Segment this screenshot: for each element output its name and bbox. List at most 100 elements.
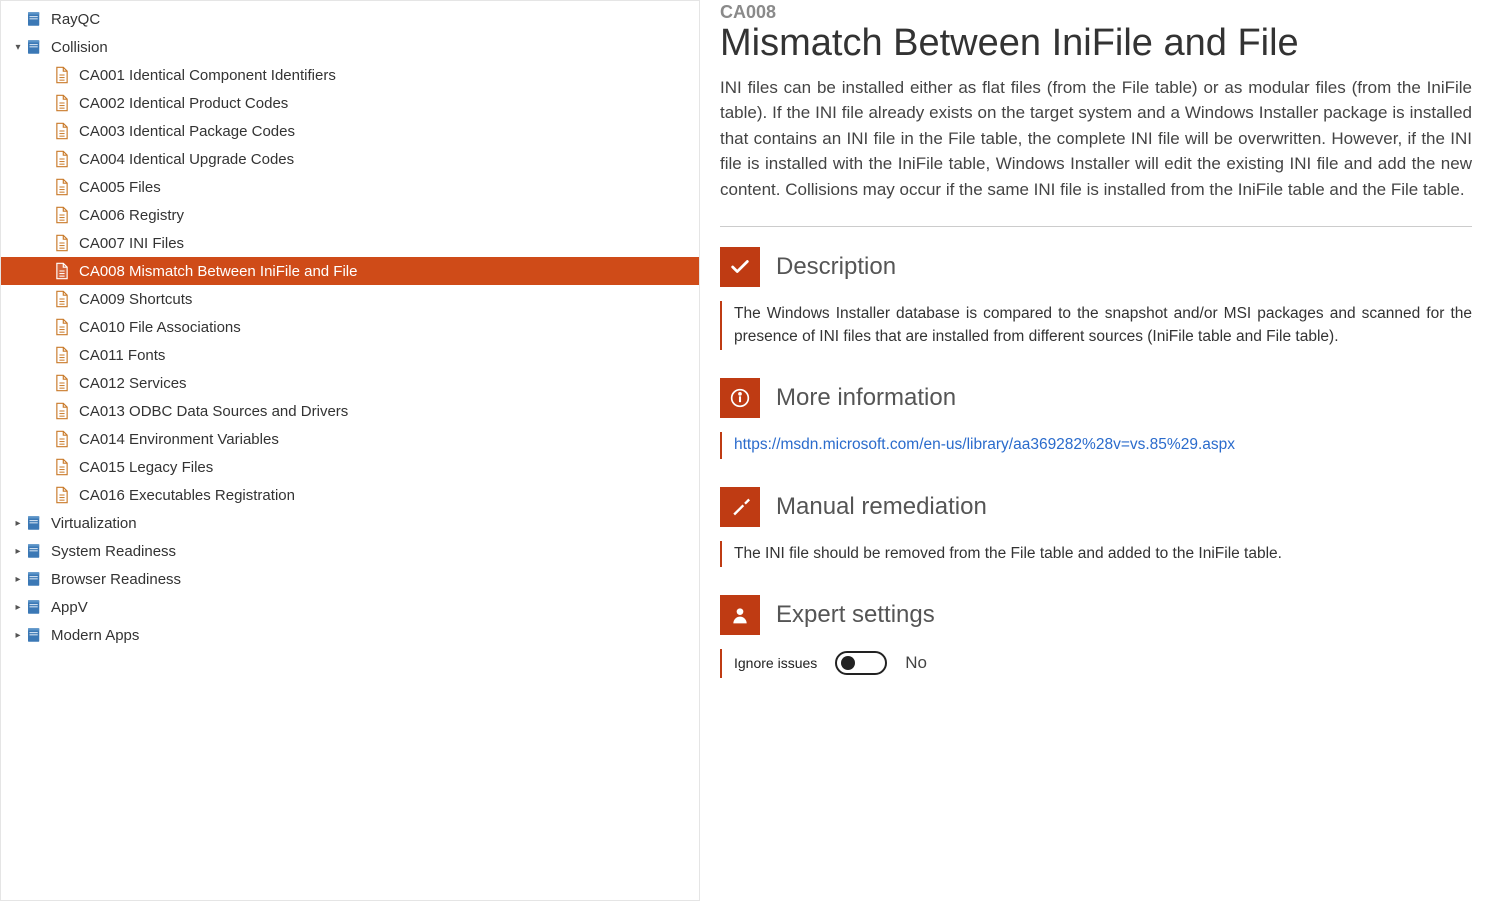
ignore-issues-label: Ignore issues: [734, 653, 817, 673]
document-icon: [53, 318, 71, 336]
tree-item-label: Browser Readiness: [51, 571, 181, 588]
document-icon: [53, 122, 71, 140]
collapse-icon[interactable]: ▾: [11, 40, 25, 54]
tree-item-label: CA008 Mismatch Between IniFile and File: [79, 263, 357, 280]
tree-item-collision[interactable]: ▾ Collision: [1, 33, 699, 61]
book-icon: [25, 542, 43, 560]
check-icon: [720, 247, 760, 287]
tree-item-label: CA014 Environment Variables: [79, 431, 279, 448]
tree-item-label: CA011 Fonts: [79, 347, 165, 364]
tree-item-ca005[interactable]: CA005 Files: [1, 173, 699, 201]
document-icon: [53, 178, 71, 196]
document-icon: [53, 346, 71, 364]
document-icon: [53, 458, 71, 476]
tree-item-ca009[interactable]: CA009 Shortcuts: [1, 285, 699, 313]
tree-item-label: Virtualization: [51, 515, 137, 532]
expand-icon[interactable]: ▸: [11, 628, 25, 642]
tree-item-ca012[interactable]: CA012 Services: [1, 369, 699, 397]
book-icon: [25, 38, 43, 56]
section-body-description: The Windows Installer database is compar…: [720, 301, 1472, 350]
tree-item-label: CA002 Identical Product Codes: [79, 95, 288, 112]
document-icon: [53, 150, 71, 168]
document-icon: [53, 234, 71, 252]
tree-item-appv[interactable]: ▸ AppV: [1, 593, 699, 621]
book-icon: [25, 10, 43, 28]
tree-item-ca010[interactable]: CA010 File Associations: [1, 313, 699, 341]
info-icon: [720, 378, 760, 418]
tree-item-browser_readiness[interactable]: ▸ Browser Readiness: [1, 565, 699, 593]
document-icon: [53, 206, 71, 224]
tree-item-label: RayQC: [51, 11, 100, 28]
rule-code: CA008: [720, 2, 1472, 23]
tree-item-ca006[interactable]: CA006 Registry: [1, 201, 699, 229]
section-body-manual-remediation: The INI file should be removed from the …: [720, 541, 1472, 567]
tree-item-ca013[interactable]: CA013 ODBC Data Sources and Drivers: [1, 397, 699, 425]
book-icon: [25, 598, 43, 616]
divider: [720, 226, 1472, 227]
section-header-description: Description: [720, 247, 1472, 287]
tree-item-label: CA007 INI Files: [79, 235, 184, 252]
tree-item-label: CA016 Executables Registration: [79, 487, 295, 504]
wrench-icon: [720, 487, 760, 527]
section-title-manual-remediation: Manual remediation: [776, 493, 987, 521]
tree-item-ca002[interactable]: CA002 Identical Product Codes: [1, 89, 699, 117]
app-root: RayQC ▾ Collision CA001 Identical Compon…: [0, 0, 1502, 901]
tree-item-ca015[interactable]: CA015 Legacy Files: [1, 453, 699, 481]
section-header-manual-remediation: Manual remediation: [720, 487, 1472, 527]
section-body-expert: Ignore issues No: [720, 649, 1472, 678]
tree-item-ca014[interactable]: CA014 Environment Variables: [1, 425, 699, 453]
document-icon: [53, 94, 71, 112]
document-icon: [53, 374, 71, 392]
section-title-description: Description: [776, 253, 896, 281]
tree-item-label: CA009 Shortcuts: [79, 291, 192, 308]
document-icon: [53, 262, 71, 280]
expand-icon[interactable]: ▸: [11, 600, 25, 614]
navigation-tree: RayQC ▾ Collision CA001 Identical Compon…: [1, 5, 699, 649]
tree-item-ca007[interactable]: CA007 INI Files: [1, 229, 699, 257]
expand-icon[interactable]: ▸: [11, 572, 25, 586]
book-icon: [25, 514, 43, 532]
tree-item-ca001[interactable]: CA001 Identical Component Identifiers: [1, 61, 699, 89]
tree-item-label: CA015 Legacy Files: [79, 459, 213, 476]
tree-item-label: CA013 ODBC Data Sources and Drivers: [79, 403, 348, 420]
document-icon: [53, 430, 71, 448]
expand-icon[interactable]: ▸: [11, 516, 25, 530]
document-icon: [53, 290, 71, 308]
tree-item-rayqc[interactable]: RayQC: [1, 5, 699, 33]
content-panel: CA008 Mismatch Between IniFile and File …: [700, 0, 1502, 901]
tree-item-label: System Readiness: [51, 543, 176, 560]
ignore-issues-toggle[interactable]: [835, 651, 887, 675]
tree-item-ca004[interactable]: CA004 Identical Upgrade Codes: [1, 145, 699, 173]
expand-icon[interactable]: ▸: [11, 544, 25, 558]
book-icon: [25, 626, 43, 644]
document-icon: [53, 486, 71, 504]
tree-item-virtualization[interactable]: ▸ Virtualization: [1, 509, 699, 537]
tree-item-ca008[interactable]: CA008 Mismatch Between IniFile and File: [1, 257, 699, 285]
section-title-expert: Expert settings: [776, 601, 935, 629]
section-header-expert: Expert settings: [720, 595, 1472, 635]
document-icon: [53, 402, 71, 420]
document-icon: [53, 66, 71, 84]
person-icon: [720, 595, 760, 635]
tree-item-label: AppV: [51, 599, 88, 616]
tree-item-label: Collision: [51, 39, 108, 56]
book-icon: [25, 570, 43, 588]
tree-item-ca011[interactable]: CA011 Fonts: [1, 341, 699, 369]
section-body-more-info: https://msdn.microsoft.com/en-us/library…: [720, 432, 1472, 458]
navigation-tree-panel: RayQC ▾ Collision CA001 Identical Compon…: [0, 0, 700, 901]
rule-title: Mismatch Between IniFile and File: [720, 23, 1472, 65]
tree-item-label: Modern Apps: [51, 627, 139, 644]
more-info-link[interactable]: https://msdn.microsoft.com/en-us/library…: [734, 436, 1235, 453]
tree-item-system_readiness[interactable]: ▸ System Readiness: [1, 537, 699, 565]
tree-item-modern_apps[interactable]: ▸ Modern Apps: [1, 621, 699, 649]
tree-item-ca003[interactable]: CA003 Identical Package Codes: [1, 117, 699, 145]
tree-item-label: CA004 Identical Upgrade Codes: [79, 151, 294, 168]
tree-item-label: CA005 Files: [79, 179, 161, 196]
tree-item-label: CA001 Identical Component Identifiers: [79, 67, 336, 84]
section-header-more-info: More information: [720, 378, 1472, 418]
section-title-more-info: More information: [776, 384, 956, 412]
tree-item-label: CA010 File Associations: [79, 319, 241, 336]
tree-item-label: CA003 Identical Package Codes: [79, 123, 295, 140]
tree-item-ca016[interactable]: CA016 Executables Registration: [1, 481, 699, 509]
tree-item-label: CA012 Services: [79, 375, 187, 392]
